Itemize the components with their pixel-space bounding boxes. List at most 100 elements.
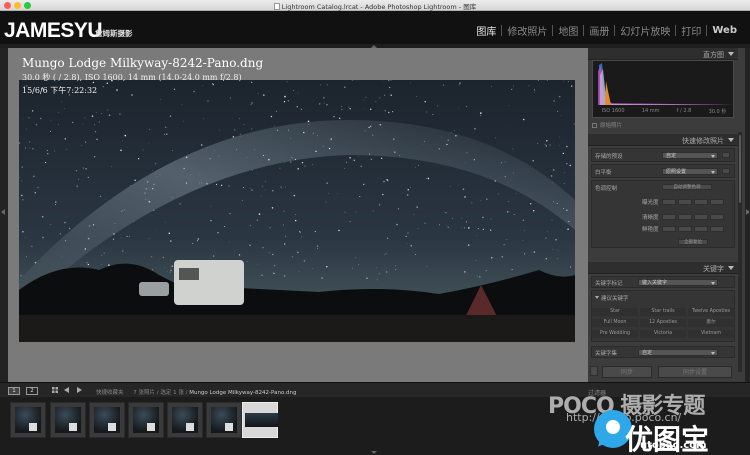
- clarity-up-large-button[interactable]: [710, 214, 724, 220]
- filmstrip-thumbnail[interactable]: [167, 402, 203, 438]
- preset-step-button[interactable]: [722, 152, 730, 158]
- exposure-down-button[interactable]: [678, 199, 692, 205]
- keywording-title: 关键字: [703, 265, 724, 273]
- tone-control-label: 色调控制: [595, 186, 618, 192]
- vibrance-up-button[interactable]: [694, 226, 708, 232]
- module-web[interactable]: Web: [707, 25, 742, 36]
- module-map[interactable]: 地图: [553, 23, 583, 38]
- right-panel: 直方图 ISO 1600 14 mm f / 2.8 30.0 秒 原始照片 快…: [588, 48, 745, 382]
- current-filename: Mungo Lodge Milkyway-8242-Pano.dng: [189, 390, 297, 396]
- histogram-header[interactable]: 直方图: [588, 48, 738, 60]
- collapse-triangle-icon[interactable]: [728, 138, 734, 142]
- keyword-tags-dropdown[interactable]: 键入关键字: [638, 279, 718, 286]
- histogram-aperture: f / 2.8: [676, 108, 692, 114]
- logo-dot: [606, 420, 620, 434]
- sync-settings-button[interactable]: 同步设置: [658, 366, 732, 378]
- right-panel-toggle-icon[interactable]: [746, 209, 750, 215]
- keyword-suggestion[interactable]: Full Moon: [592, 319, 638, 327]
- loupe-view[interactable]: Mungo Lodge Milkyway-8242-Pano.dng 30.0 …: [8, 48, 588, 382]
- thumbnail-badge-icon: [69, 423, 77, 431]
- keywording-header[interactable]: 关键字: [588, 262, 738, 274]
- saved-preset-row: 存储的预设 自定: [591, 148, 735, 162]
- saved-preset-dropdown[interactable]: 自定: [662, 152, 718, 159]
- exposure-down-large-button[interactable]: [662, 199, 676, 205]
- histogram: ISO 1600 14 mm f / 2.8 30.0 秒: [592, 60, 734, 118]
- saved-preset-label: 存储的预设: [595, 154, 623, 160]
- original-label: 原始照片: [600, 123, 623, 129]
- keyword-tags-row: 关键字标记 键入关键字: [591, 276, 735, 288]
- thumbnail-badge-icon: [29, 423, 37, 431]
- window-title: Lightroom Catalog.lrcat - Adobe Photosho…: [0, 1, 750, 11]
- keyword-suggestion[interactable]: 墨尔: [688, 319, 734, 327]
- thumbnail-image: [133, 407, 159, 433]
- filmstrip-thumbnail[interactable]: [50, 402, 86, 438]
- clarity-down-button[interactable]: [678, 214, 692, 220]
- collapse-triangle-icon[interactable]: [728, 266, 734, 270]
- histogram-shutter: 30.0 秒: [708, 109, 727, 115]
- reset-all-button[interactable]: 全部复位: [678, 239, 708, 245]
- module-book[interactable]: 画册: [584, 23, 614, 38]
- keyword-suggestion[interactable]: Twelve Apostles: [688, 308, 734, 316]
- right-panel-scrollbar[interactable]: [738, 132, 742, 372]
- filmstrip-thumbnail[interactable]: [89, 402, 125, 438]
- secondary-window-button[interactable]: 2: [26, 387, 38, 395]
- filmstrip-thumbnail[interactable]: [128, 402, 164, 438]
- module-develop[interactable]: 修改照片: [502, 23, 552, 38]
- right-panel-edge[interactable]: [745, 48, 750, 382]
- clarity-up-button[interactable]: [694, 214, 708, 220]
- bottom-panel-toggle-icon[interactable]: [371, 451, 377, 454]
- vibrance-down-large-button[interactable]: [662, 226, 676, 232]
- vibrance-down-button[interactable]: [678, 226, 692, 232]
- keyword-suggestion[interactable]: Star: [592, 308, 638, 316]
- white-balance-dropdown[interactable]: 原照设置: [662, 168, 718, 175]
- clarity-down-large-button[interactable]: [662, 214, 676, 220]
- collapse-triangle-icon[interactable]: [728, 52, 734, 56]
- keyword-tags-label: 关键字标记: [595, 281, 623, 287]
- keyword-set-row: 关键字集 自定: [591, 346, 735, 358]
- keyword-suggestion[interactable]: Victoria: [640, 330, 686, 338]
- auto-tone-button[interactable]: 自动调整色调: [662, 184, 712, 190]
- panel-switch-button[interactable]: [590, 366, 598, 376]
- arrow-left-icon[interactable]: [64, 387, 70, 393]
- grid-view-icon[interactable]: [52, 387, 58, 393]
- white-balance-row: 白平衡 原照设置: [591, 164, 735, 178]
- filmstrip-thumbnail[interactable]: [206, 402, 242, 438]
- original-photo-toggle[interactable]: 原始照片: [592, 121, 622, 129]
- keyword-suggestion[interactable]: Star trails: [640, 308, 686, 316]
- original-checkbox[interactable]: [592, 122, 597, 128]
- milkyway-photo[interactable]: [19, 80, 575, 342]
- exposure-up-button[interactable]: [694, 199, 708, 205]
- thumbnail-image: [245, 413, 278, 427]
- filmstrip-thumbnail-selected[interactable]: [242, 402, 278, 438]
- exposure-label: 曝光度: [642, 200, 659, 206]
- module-picker: 图库 修改照片 地图 画册 幻灯片放映 打印 Web: [471, 23, 742, 38]
- keyword-suggestion[interactable]: 12 Apostles: [640, 319, 686, 327]
- keyword-set-dropdown[interactable]: 自定: [638, 349, 718, 356]
- exposure-up-large-button[interactable]: [710, 199, 724, 205]
- module-print[interactable]: 打印: [676, 23, 706, 38]
- keyword-suggestion[interactable]: Vietnam: [688, 330, 734, 338]
- wb-step-button[interactable]: [722, 168, 730, 174]
- sync-button[interactable]: 同步: [602, 366, 652, 378]
- thumbnail-badge-icon: [225, 423, 233, 431]
- quick-develop-header[interactable]: 快速修改照片: [588, 134, 738, 146]
- thumbnail-badge-icon: [108, 423, 116, 431]
- quick-develop-title: 快速修改照片: [682, 137, 724, 145]
- scrollbar-thumb[interactable]: [738, 134, 742, 204]
- photo-datetime-overlay: 15/6/6 下午7:22:32: [22, 86, 98, 95]
- filmstrip-source-path[interactable]: 快捷收藏夹 7 张照片 / 选定 1 张 / Mungo Lodge Milky…: [96, 388, 296, 396]
- module-library[interactable]: 图库: [471, 23, 501, 38]
- module-slideshow[interactable]: 幻灯片放映: [615, 23, 675, 38]
- clarity-label: 清晰度: [642, 215, 659, 221]
- keyword-set-label: 关键字集: [595, 351, 618, 357]
- suggestions-triangle-icon[interactable]: [595, 296, 599, 299]
- left-panel-toggle-icon[interactable]: [1, 209, 5, 215]
- keyword-suggestion[interactable]: Pre Wedding: [592, 330, 638, 338]
- thumbnail-image: [55, 407, 81, 433]
- main-window-button[interactable]: 1: [8, 387, 20, 395]
- left-panel-edge[interactable]: [0, 48, 8, 382]
- arrow-right-icon[interactable]: [76, 387, 82, 393]
- window-titlebar: Lightroom Catalog.lrcat - Adobe Photosho…: [0, 0, 750, 11]
- filmstrip-thumbnail[interactable]: [10, 402, 46, 438]
- vibrance-up-large-button[interactable]: [710, 226, 724, 232]
